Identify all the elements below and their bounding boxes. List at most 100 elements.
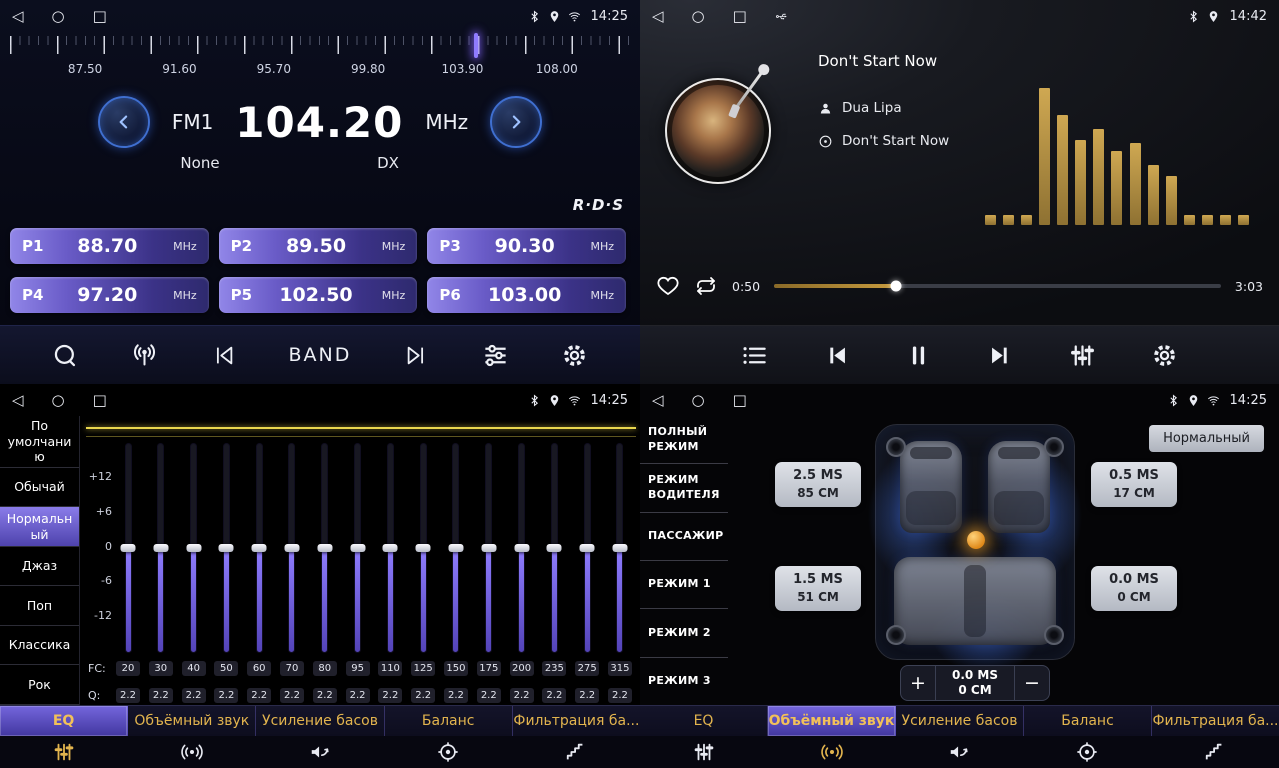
eq-band-slider[interactable] xyxy=(575,444,599,652)
home-button[interactable]: ○ xyxy=(692,9,705,24)
prev-station-button[interactable] xyxy=(210,342,237,369)
eq-band-slider[interactable] xyxy=(182,444,206,652)
eq-preset-item[interactable]: Нормальный xyxy=(0,507,79,547)
slider-handle[interactable] xyxy=(153,544,168,552)
radio-preset-p1[interactable]: P1 88.70 MHz xyxy=(10,228,209,264)
delay-front-left[interactable]: 2.5 MS 85 CM xyxy=(775,462,861,507)
tab-balance[interactable]: Баланс xyxy=(385,706,513,736)
delay-increase-button[interactable]: + xyxy=(901,666,935,700)
slider-handle[interactable] xyxy=(121,544,136,552)
band-button[interactable]: BAND xyxy=(289,344,352,366)
slider-handle[interactable] xyxy=(448,544,463,552)
back-button[interactable]: ◁ xyxy=(652,9,664,24)
radio-preset-p5[interactable]: P5 102.50 MHz xyxy=(219,277,418,313)
eq-band-slider[interactable] xyxy=(378,444,402,652)
tab-bass-boost[interactable]: Усиление басов xyxy=(896,706,1024,736)
back-button[interactable]: ◁ xyxy=(12,9,24,24)
eq-faders-icon[interactable] xyxy=(0,741,128,763)
seek-down-button[interactable] xyxy=(98,96,150,148)
tab-surround[interactable]: Объёмный звук xyxy=(128,706,256,736)
slider-handle[interactable] xyxy=(350,544,365,552)
tune-settings-button[interactable] xyxy=(482,342,509,369)
sound-mode-item[interactable]: ПАССАЖИР xyxy=(640,513,728,561)
eq-band-slider[interactable] xyxy=(346,444,370,652)
sound-mode-item[interactable]: РЕЖИМ 1 xyxy=(640,561,728,609)
delay-front-right[interactable]: 0.5 MS 17 CM xyxy=(1091,462,1177,507)
frequency-scale[interactable]: 87.5091.6095.7099.80103.90108.00 xyxy=(0,34,640,84)
slider-handle[interactable] xyxy=(481,544,496,552)
slider-handle[interactable] xyxy=(514,544,529,552)
eq-faders-icon[interactable] xyxy=(640,741,768,763)
equalizer-button[interactable] xyxy=(1069,342,1096,369)
tab-eq-faders[interactable]: EQ xyxy=(0,706,128,736)
slider-handle[interactable] xyxy=(317,544,332,552)
recents-button[interactable]: □ xyxy=(93,9,107,24)
eq-band-slider[interactable] xyxy=(149,444,173,652)
eq-band-slider[interactable] xyxy=(116,444,140,652)
sound-mode-item[interactable]: РЕЖИМ ВОДИТЕЛЯ xyxy=(640,464,728,512)
eq-preset-item[interactable]: Классика xyxy=(0,626,79,666)
favorite-icon[interactable] xyxy=(656,274,680,298)
recents-button[interactable]: □ xyxy=(733,393,747,408)
eq-band-slider[interactable] xyxy=(214,444,238,652)
eq-preset-item[interactable]: Джаз xyxy=(0,547,79,587)
sound-mode-item[interactable]: РЕЖИМ 3 xyxy=(640,658,728,705)
playlist-button[interactable] xyxy=(741,342,768,369)
prev-track-button[interactable] xyxy=(823,342,850,369)
back-button[interactable]: ◁ xyxy=(12,393,24,408)
repeat-icon[interactable] xyxy=(694,274,718,298)
balance-icon[interactable] xyxy=(384,741,512,763)
radio-preset-p4[interactable]: P4 97.20 MHz xyxy=(10,277,209,313)
slider-handle[interactable] xyxy=(186,544,201,552)
tab-surround[interactable]: Объёмный звук xyxy=(768,706,896,736)
delay-rear-right[interactable]: 0.0 MS 0 CM xyxy=(1091,566,1177,611)
eq-preset-item[interactable]: По умолчанию xyxy=(0,416,79,468)
slider-handle[interactable] xyxy=(284,544,299,552)
slider-handle[interactable] xyxy=(416,544,431,552)
album-art[interactable] xyxy=(665,78,771,184)
slider-handle[interactable] xyxy=(219,544,234,552)
tab-filter[interactable]: Фильтрация ба... xyxy=(513,706,640,736)
surround-icon[interactable] xyxy=(128,741,256,763)
slider-handle[interactable] xyxy=(383,544,398,552)
radio-preset-p2[interactable]: P2 89.50 MHz xyxy=(219,228,418,264)
slider-handle[interactable] xyxy=(547,544,562,552)
recents-button[interactable]: □ xyxy=(93,393,107,408)
next-station-button[interactable] xyxy=(403,342,430,369)
surround-icon[interactable] xyxy=(768,741,896,763)
next-track-button[interactable] xyxy=(987,342,1014,369)
tab-bass-boost[interactable]: Усиление басов xyxy=(256,706,384,736)
tab-balance[interactable]: Баланс xyxy=(1024,706,1152,736)
home-button[interactable]: ○ xyxy=(692,393,705,408)
pause-button[interactable] xyxy=(905,342,932,369)
eq-band-slider[interactable] xyxy=(477,444,501,652)
delay-decrease-button[interactable]: − xyxy=(1015,666,1049,700)
delay-rear-left[interactable]: 1.5 MS 51 CM xyxy=(775,566,861,611)
eq-band-slider[interactable] xyxy=(411,444,435,652)
slider-handle[interactable] xyxy=(252,544,267,552)
eq-band-slider[interactable] xyxy=(313,444,337,652)
eq-band-slider[interactable] xyxy=(608,444,632,652)
recents-button[interactable]: □ xyxy=(733,9,747,24)
eq-band-slider[interactable] xyxy=(280,444,304,652)
bass-boost-icon[interactable] xyxy=(896,741,1024,763)
eq-band-slider[interactable] xyxy=(247,444,271,652)
sound-mode-item[interactable]: ПОЛНЫЙ РЕЖИМ xyxy=(640,416,728,464)
eq-preset-badge[interactable]: Нормальный xyxy=(1149,425,1264,452)
eq-band-slider[interactable] xyxy=(444,444,468,652)
eq-preset-item[interactable]: Обычай xyxy=(0,468,79,508)
slider-handle[interactable] xyxy=(612,544,627,552)
eq-band-slider[interactable] xyxy=(510,444,534,652)
sound-mode-item[interactable]: РЕЖИМ 2 xyxy=(640,609,728,657)
broadcast-button[interactable] xyxy=(131,342,158,369)
scan-button[interactable] xyxy=(52,342,79,369)
eq-preset-item[interactable]: Рок xyxy=(0,665,79,705)
slider-handle[interactable] xyxy=(580,544,595,552)
filter-icon[interactable] xyxy=(1151,741,1279,763)
home-button[interactable]: ○ xyxy=(52,9,65,24)
home-button[interactable]: ○ xyxy=(52,393,65,408)
eq-band-slider[interactable] xyxy=(542,444,566,652)
tab-eq-faders[interactable]: EQ xyxy=(640,706,768,736)
radio-preset-p3[interactable]: P3 90.30 MHz xyxy=(427,228,626,264)
listening-position-marker[interactable] xyxy=(967,531,985,549)
